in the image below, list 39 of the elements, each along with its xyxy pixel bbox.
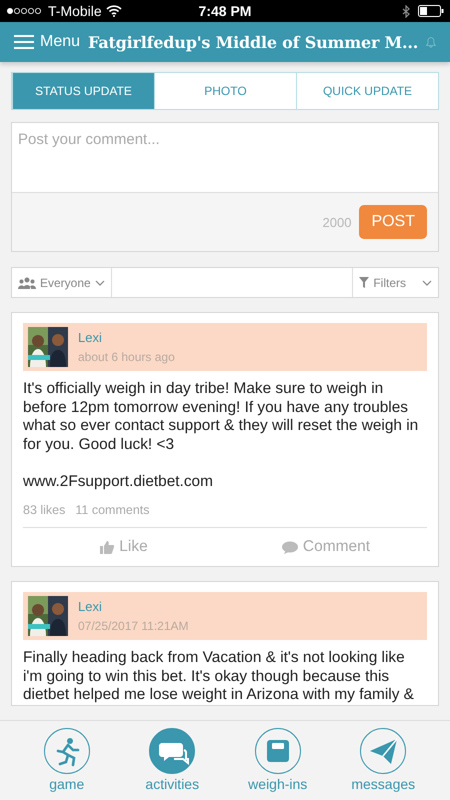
- funnel-icon: [359, 277, 370, 288]
- caret-icon: [94, 280, 105, 286]
- post-time: about 6 hours ago: [78, 350, 175, 364]
- nav-button[interactable]: [254, 728, 301, 774]
- speech-bubble-icon: [282, 540, 298, 554]
- battery-icon: [418, 5, 444, 17]
- nav-label[interactable]: activities: [145, 776, 200, 792]
- nav-label[interactable]: game: [49, 776, 84, 792]
- challenge-title: Fatgirlfedup's Middle of Summer M...: [88, 32, 418, 52]
- comments-count[interactable]: 11 comments: [75, 503, 150, 517]
- post-link[interactable]: www.2Fsupport.dietbet.com: [23, 473, 427, 491]
- menu-button[interactable]: Menu: [14, 33, 80, 51]
- clock-time: 7:48 PM: [198, 3, 252, 19]
- character-count: 2000: [322, 214, 352, 230]
- nav-label[interactable]: messages: [351, 776, 416, 792]
- nav-button[interactable]: [360, 728, 406, 774]
- caret-icon: [422, 280, 432, 286]
- comment-field[interactable]: Post your comment...: [12, 123, 438, 193]
- search-field[interactable]: [110, 268, 354, 297]
- bluetooth-icon: [402, 4, 410, 18]
- nav-label[interactable]: weigh-ins: [248, 776, 308, 792]
- nav-button[interactable]: [44, 728, 90, 774]
- tab[interactable]: STATUS UPDATE: [12, 73, 154, 109]
- like-button[interactable]: Like: [23, 528, 225, 566]
- author-name[interactable]: Lexi: [78, 330, 175, 345]
- thumbs-up-icon: [100, 540, 114, 554]
- post-text: It's officially weigh in day tribe! Make sure to weigh in before 12pm tomorrow evening! If you have any troubles what so ever contact support & they will reset the weigh in for you. Good luck! <3: [23, 380, 420, 454]
- post-time: 07/25/2017 11:21AM: [78, 619, 189, 634]
- comment-button[interactable]: Comment: [225, 528, 427, 566]
- wifi-icon: [106, 5, 122, 17]
- author-name[interactable]: Lexi: [78, 598, 189, 614]
- post-button[interactable]: POST: [359, 205, 427, 239]
- carrier-name: T-Mobile: [48, 3, 102, 19]
- likes-count[interactable]: 83 likes: [23, 503, 66, 517]
- post-text: Finally heading back from Vacation & it's not looking like i'm going to win this bet. It's okay though because this dietbet helped me lose weight in Arizona with my family &: [23, 649, 415, 704]
- group-icon: [18, 276, 36, 288]
- nav-button[interactable]: [149, 728, 196, 774]
- menu-icon: [14, 34, 34, 50]
- signal-icon: [6, 6, 44, 16]
